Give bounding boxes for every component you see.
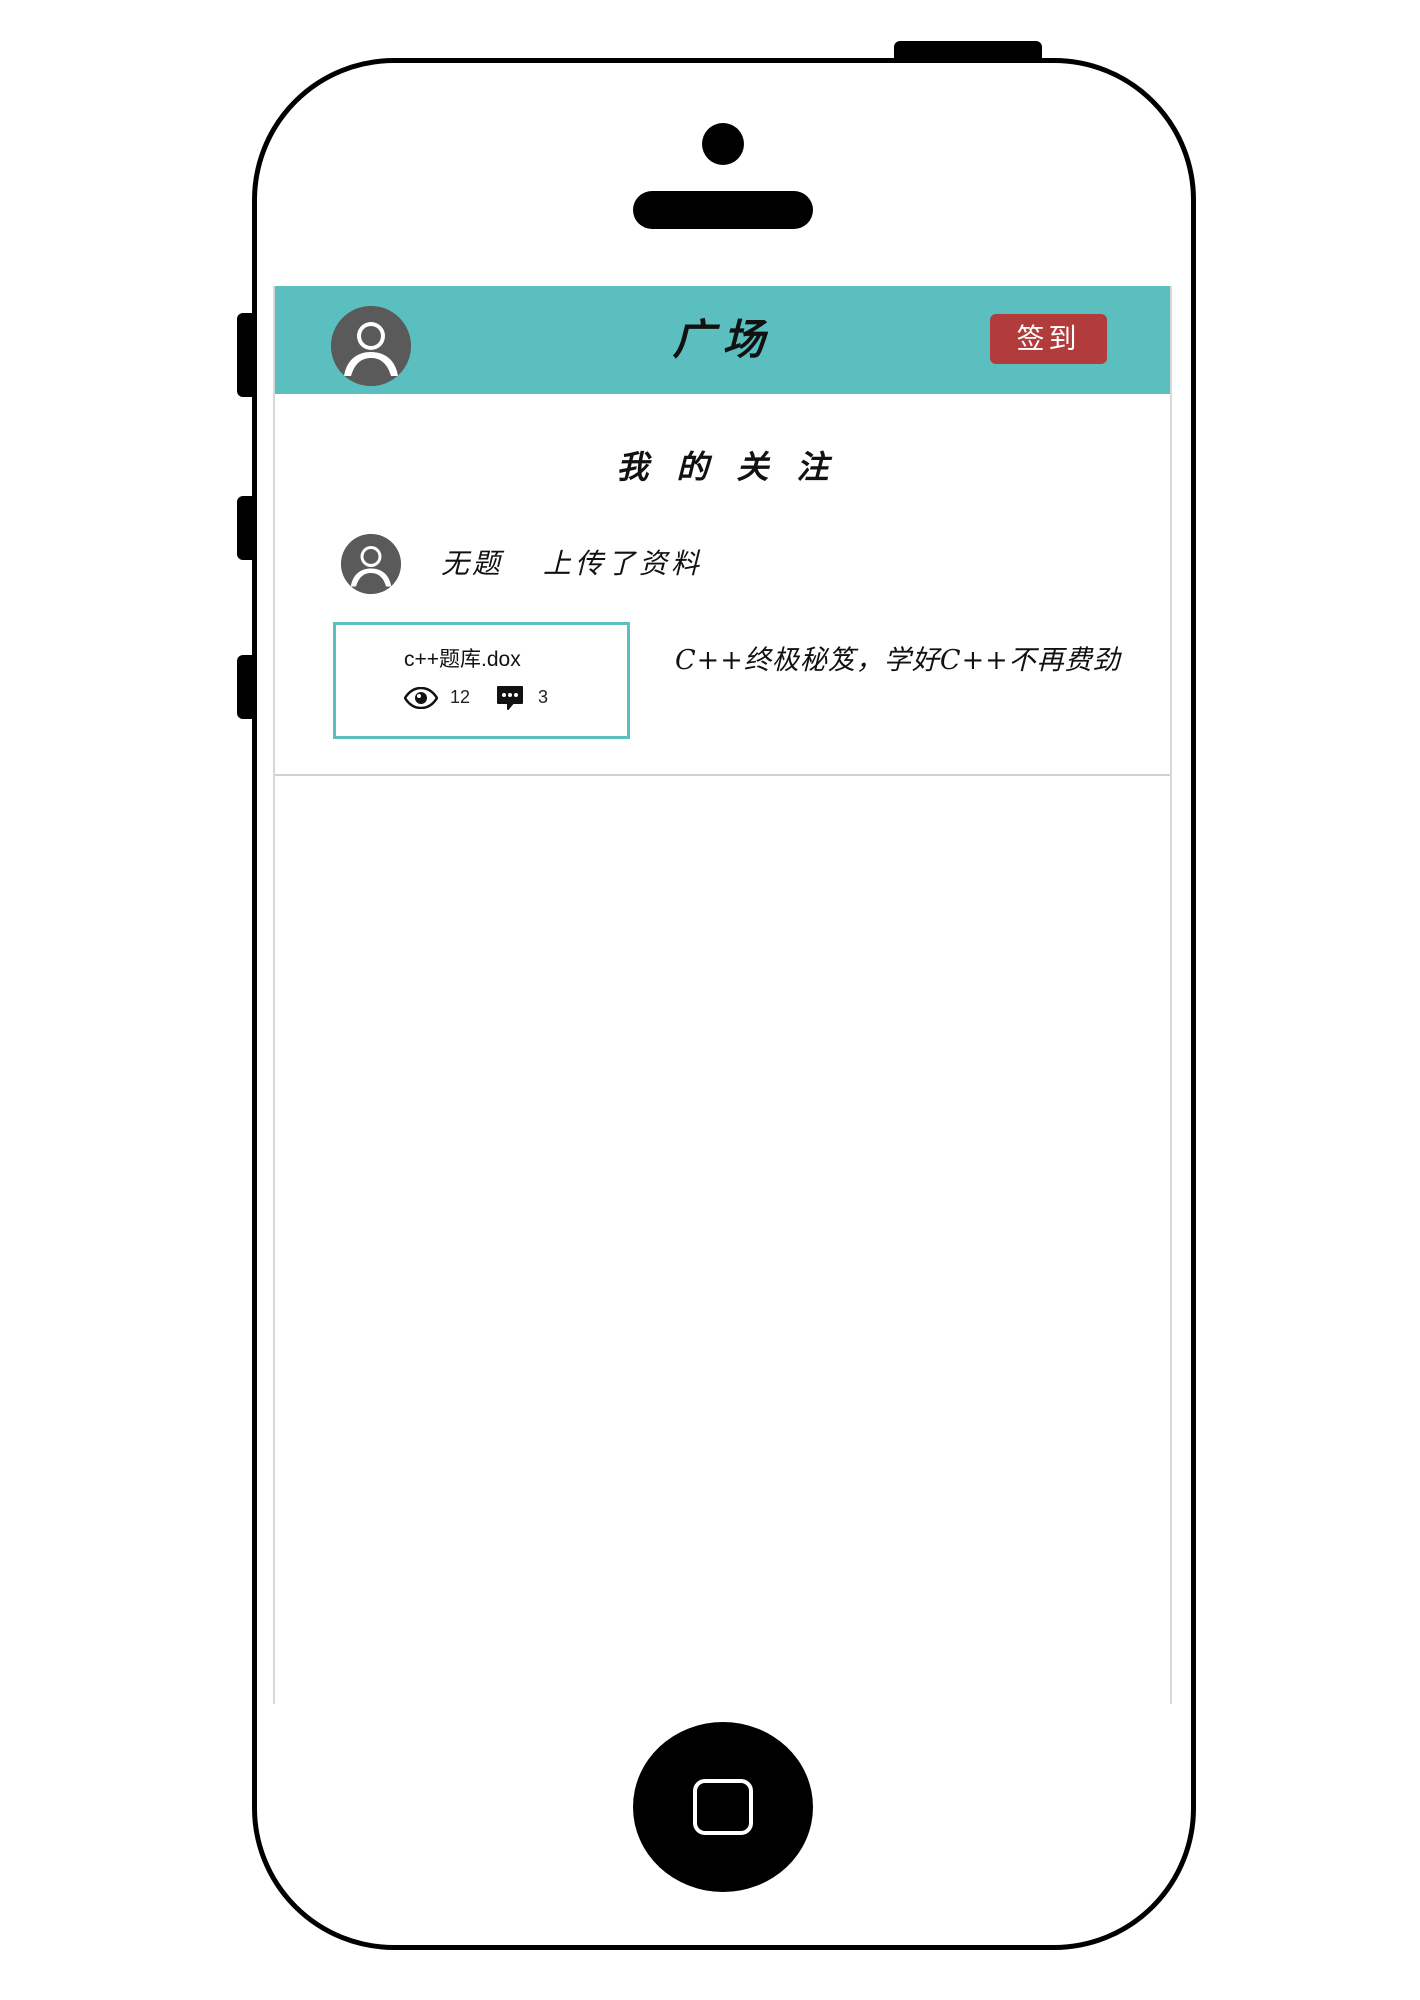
front-camera — [702, 123, 744, 165]
earpiece-speaker — [633, 191, 813, 229]
home-square-icon — [693, 1779, 753, 1835]
eye-icon — [404, 687, 438, 709]
feed-divider — [275, 774, 1170, 776]
file-card[interactable]: c++题库.dox 12 3 — [333, 622, 630, 739]
file-name: c++题库.dox — [404, 648, 521, 671]
feed-action-text: 上传了资料 — [543, 547, 704, 580]
app-screen: 广场 签到 我的关注 无题 上传了资料 c++题库.dox 12 3 C++终极… — [273, 286, 1172, 1704]
view-count: 12 — [450, 687, 471, 707]
comment-bubble-icon — [497, 686, 523, 710]
feed-username[interactable]: 无题 — [441, 542, 503, 582]
user-avatar-icon[interactable] — [341, 534, 401, 594]
user-avatar-icon[interactable] — [331, 306, 411, 386]
signin-button[interactable]: 签到 — [990, 314, 1107, 364]
section-title: 我的关注 — [616, 448, 857, 486]
app-header: 广场 签到 — [275, 286, 1170, 394]
post-description: C++终极秘笈，学好C++不再费劲 — [675, 645, 1121, 676]
comment-count: 3 — [538, 687, 549, 707]
home-button[interactable] — [633, 1722, 813, 1892]
phone-mockup: 广场 签到 我的关注 无题 上传了资料 c++题库.dox 12 3 C++终极… — [0, 0, 1420, 2000]
